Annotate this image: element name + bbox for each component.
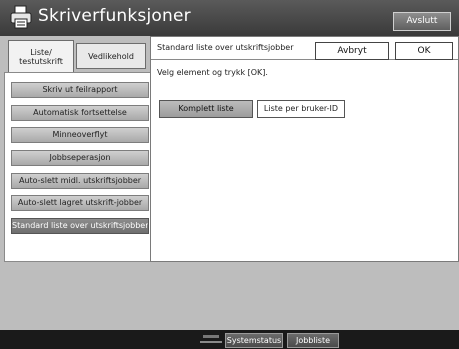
ok-button[interactable]: OK [395, 42, 453, 60]
menu-item-print-error-report[interactable]: Skriv ut feilrapport [11, 82, 149, 98]
tab-list-test-print[interactable]: Liste/ testutskrift [8, 40, 74, 73]
option-complete-list[interactable]: Komplett liste [159, 100, 253, 118]
panel-title: Standard liste over utskriftsjobber [157, 43, 294, 52]
page-title: Skriverfunksjoner [38, 6, 191, 26]
exit-button[interactable]: Avslutt [393, 12, 451, 31]
menu-item-auto-delete-temp-jobs[interactable]: Auto-slett midl. utskriftsjobber [11, 173, 149, 189]
tab-list-test-print-label: Liste/ testutskrift [19, 48, 63, 66]
menu-item-job-separation[interactable]: Jobbseperasjon [11, 150, 149, 166]
job-list-button[interactable]: Jobbliste [287, 333, 339, 348]
printer-icon [10, 5, 32, 29]
menu-item-auto-continue[interactable]: Automatisk fortsettelse [11, 105, 149, 121]
status-bar: Systemstatus Jobbliste [0, 330, 459, 349]
option-list-by-user-id[interactable]: Liste per bruker-ID [257, 100, 345, 118]
menu-item-auto-delete-stored-jobs[interactable]: Auto-slett lagret utskrift-jobber [11, 195, 149, 211]
left-panel: Liste/ testutskrift Vedlikehold Skriv ut… [0, 36, 150, 265]
system-status-button[interactable]: Systemstatus [225, 333, 283, 348]
tab-maintenance[interactable]: Vedlikehold [76, 43, 146, 69]
tab-maintenance-label: Vedlikehold [88, 51, 134, 61]
menu-list: Skriv ut feilrapport Automatisk fortsett… [4, 72, 150, 262]
instruction-text: Velg element og trykk [OK]. [157, 68, 268, 77]
cancel-button[interactable]: Avbryt [315, 42, 389, 60]
settings-panel: Standard liste over utskriftsjobber Velg… [150, 36, 459, 262]
menu-item-default-job-list[interactable]: Standard liste over utskriftsjobber [11, 218, 149, 234]
status-indicator-icon [200, 335, 222, 343]
title-bar: Skriverfunksjoner Avslutt [0, 0, 459, 36]
menu-item-memory-overflow[interactable]: Minneoverflyt [11, 127, 149, 143]
bottom-area [0, 262, 459, 330]
